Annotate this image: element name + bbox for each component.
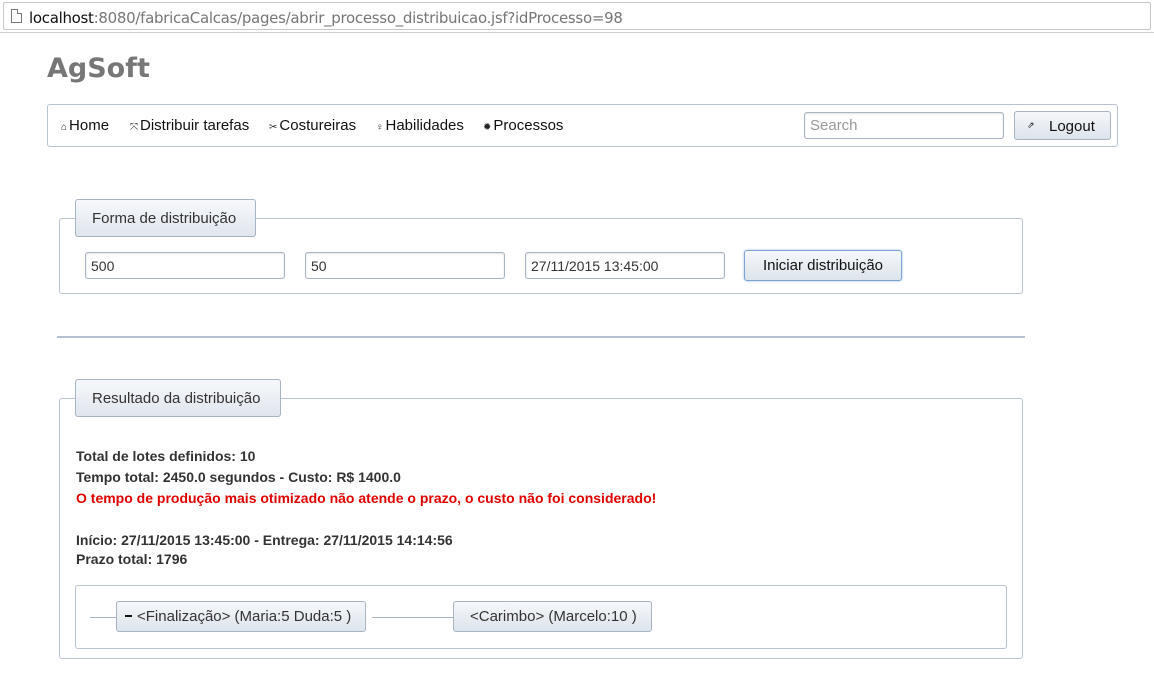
page-icon xyxy=(11,9,22,23)
inicio-entrega-text: Início: 27/11/2015 13:45:00 - Entrega: 2… xyxy=(76,532,453,548)
gear-icon: ✹ xyxy=(483,122,492,133)
tempo-custo-text: Tempo total: 2450.0 segundos - Custo: R$… xyxy=(76,469,401,485)
nav-item-label: Home xyxy=(69,117,110,134)
url-field[interactable]: localhost:8080/fabricaCalcas/pages/abrir… xyxy=(3,2,1151,30)
process-node-finalizacao[interactable]: <Finalização> (Maria:5 Duda:5 ) xyxy=(116,601,367,632)
process-node-carimbo[interactable]: <Carimbo> (Marcelo:10 ) xyxy=(453,601,652,632)
nav-item-processos[interactable]: ✹ Processos xyxy=(483,117,563,134)
top-navbar: ⌂ Home ⤧ Distribuir tarefas ✂ Costureiras ♀… xyxy=(47,104,1118,147)
nav-item-label: Distribuir tarefas xyxy=(140,117,250,134)
browser-address-bar[interactable]: localhost:8080/fabricaCalcas/pages/abrir… xyxy=(0,0,1154,33)
section-divider xyxy=(57,336,1025,338)
node-label: <Carimbo> (Marcelo:10 ) xyxy=(470,608,637,625)
nav-item-habilidades[interactable]: ♀ Habilidades xyxy=(376,117,464,134)
logout-label: Logout xyxy=(1049,118,1095,135)
resultado-distribuicao-legend: Resultado da distribuição xyxy=(75,379,281,417)
connector-line xyxy=(90,617,117,618)
brand-logo[interactable]: AgSoft xyxy=(47,53,150,84)
nav-item-label: Costureiras xyxy=(279,117,357,134)
nav-item-label: Processos xyxy=(493,117,564,134)
nav-item-costureiras[interactable]: ✂ Costureiras xyxy=(269,117,356,134)
quantity-field[interactable] xyxy=(85,252,285,279)
warning-message: O tempo de produção mais otimizado não a… xyxy=(76,490,657,506)
lightbulb-icon: ♀ xyxy=(376,122,384,133)
home-icon: ⌂ xyxy=(61,122,68,133)
lot-size-field[interactable] xyxy=(305,252,505,279)
nav-item-distribuir-tarefas[interactable]: ⤧ Distribuir tarefas xyxy=(130,117,249,134)
process-chain-chart: <Finalização> (Maria:5 Duda:5 ) <Carimbo… xyxy=(75,585,1007,649)
url-text[interactable]: localhost:8080/fabricaCalcas/pages/abrir… xyxy=(29,9,623,27)
nav-item-home[interactable]: ⌂ Home xyxy=(61,117,109,134)
search-input[interactable] xyxy=(804,112,1004,139)
prazo-total-text: Prazo total: 1796 xyxy=(76,551,188,567)
node-label: <Finalização> (Maria:5 Duda:5 ) xyxy=(137,608,352,625)
external-link-icon: ⇗ xyxy=(1027,120,1035,130)
collapse-toggle-icon[interactable] xyxy=(125,615,132,618)
nav-item-label: Habilidades xyxy=(385,117,464,134)
scissors-icon: ✂ xyxy=(269,122,278,133)
connector-line xyxy=(372,617,454,618)
arrows-expand-icon: ⤧ xyxy=(130,122,138,133)
total-lotes-text: Total de lotes definidos: 10 xyxy=(76,448,256,464)
iniciar-distribuicao-button[interactable]: Iniciar distribuição xyxy=(744,250,902,281)
forma-distribuicao-legend: Forma de distribuição xyxy=(75,199,256,237)
start-datetime-field[interactable] xyxy=(525,252,725,279)
logout-button[interactable]: ⇗ Logout xyxy=(1014,111,1111,140)
